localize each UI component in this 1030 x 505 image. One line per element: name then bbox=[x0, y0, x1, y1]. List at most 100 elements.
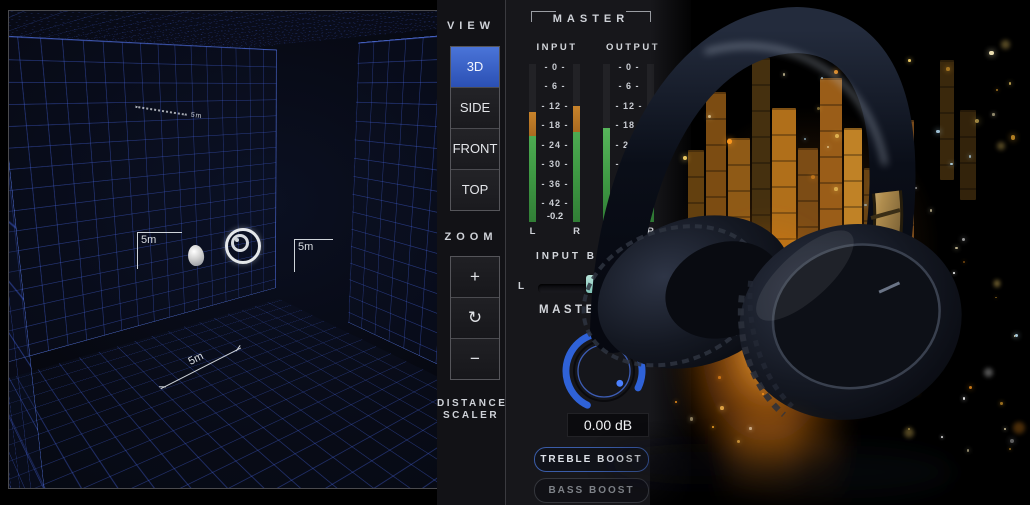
sound-source-center bbox=[235, 238, 239, 242]
floor-shadow-gradient bbox=[650, 420, 1030, 505]
reset-view-button[interactable]: ↻ bbox=[451, 298, 499, 339]
meter-tick-label: - 42 - bbox=[541, 197, 569, 208]
sound-source-object[interactable] bbox=[225, 228, 261, 264]
meter-tick-label: - 30 - bbox=[615, 159, 643, 170]
view-mode-button-side[interactable]: SIDE bbox=[451, 88, 499, 129]
spark-dot bbox=[871, 181, 876, 186]
master-gain-knob[interactable] bbox=[556, 326, 652, 418]
eq-bar bbox=[772, 108, 796, 303]
eq-bar bbox=[798, 148, 818, 323]
output-meter-bar-left bbox=[603, 64, 610, 222]
view-panel-title: VIEW bbox=[446, 20, 496, 32]
input-meter-scale: - 0 - - 6 - - 12 - - 18 - - 24 - - 30 - - 36 -… bbox=[539, 62, 571, 208]
meter-fill bbox=[603, 128, 610, 222]
spark-dot bbox=[761, 393, 764, 395]
output-meter-scale: - 0 - - 6 - - 12 - - 18 - - 24 - - 30 - - 36 -… bbox=[613, 62, 645, 208]
spark-dot bbox=[993, 280, 1000, 287]
zoom-out-button[interactable]: − bbox=[451, 339, 499, 379]
meter-tick-label: - 42 - bbox=[615, 197, 643, 208]
spark-dot bbox=[727, 139, 732, 144]
spark-dot bbox=[674, 400, 677, 403]
spark-dot bbox=[915, 391, 918, 395]
spark-dot bbox=[927, 328, 932, 333]
spark-dot bbox=[929, 209, 932, 212]
master-gain-value[interactable]: 0.00 dB bbox=[567, 413, 649, 437]
spark-dot bbox=[745, 346, 748, 349]
input-meter-bar-left bbox=[529, 64, 536, 222]
input-balance-slider-track[interactable] bbox=[538, 284, 620, 293]
room-dimension-text: 5m bbox=[141, 234, 157, 246]
meter-tick-label: - 0 - bbox=[544, 62, 566, 72]
spark-dot bbox=[720, 405, 724, 410]
spark-dot bbox=[728, 332, 731, 336]
eq-bar bbox=[728, 138, 750, 263]
bass-boost-button[interactable]: BASS BOOST bbox=[534, 478, 649, 503]
meter-tick-label: - 24 - bbox=[541, 139, 569, 150]
input-channel-left-label: L bbox=[529, 226, 536, 237]
spark-dot bbox=[962, 397, 965, 400]
spark-dot bbox=[955, 246, 958, 250]
meter-tick-label: - 36 - bbox=[541, 178, 569, 189]
spark-dot bbox=[683, 156, 687, 160]
treble-boost-button[interactable]: TREBLE BOOST bbox=[534, 447, 649, 472]
zoom-panel-title: ZOOM bbox=[444, 231, 498, 243]
eq-bar bbox=[844, 128, 862, 283]
meter-peak-segment bbox=[573, 105, 580, 132]
spark-dot bbox=[736, 321, 739, 325]
master-panel-title: MASTER bbox=[531, 11, 651, 26]
spark-dot bbox=[1000, 402, 1003, 405]
input-balance-slider-handle[interactable] bbox=[586, 275, 597, 293]
spark-dot bbox=[730, 41, 734, 45]
meter-peak-segment bbox=[529, 112, 536, 137]
meter-tick-label: - 6 - bbox=[618, 81, 640, 92]
spark-dot bbox=[896, 376, 900, 380]
meter-tick-label: - 6 - bbox=[544, 81, 566, 92]
view-mode-button-front[interactable]: FRONT bbox=[451, 129, 499, 170]
view-mode-button-top[interactable]: TOP bbox=[451, 170, 499, 210]
spark-dot bbox=[807, 261, 811, 265]
knob-indicator-dot bbox=[616, 379, 624, 387]
spark-dot bbox=[670, 251, 684, 265]
spark-dot bbox=[935, 129, 940, 134]
spark-dot bbox=[877, 402, 882, 407]
eq-bar bbox=[768, 303, 778, 363]
spark-dot bbox=[1014, 333, 1019, 338]
view-controls-column: VIEW 3D SIDE FRONT TOP ZOOM + ↻ − DISTANCE … bbox=[437, 0, 936, 505]
spark-dot bbox=[940, 271, 944, 275]
spark-dot bbox=[952, 272, 955, 274]
sound-source-ring bbox=[231, 234, 249, 252]
eq-bar bbox=[896, 120, 914, 280]
spark-dot bbox=[950, 162, 953, 166]
spark-dot bbox=[946, 67, 950, 71]
spark-dot bbox=[676, 84, 680, 89]
input-meter: - 0 - - 6 - - 12 - - 18 - - 24 - - 30 - - 36 -… bbox=[529, 58, 581, 243]
headphone-artwork-background bbox=[650, 0, 1030, 505]
spark-dot bbox=[718, 376, 721, 379]
balance-left-channel-label: L bbox=[518, 281, 525, 292]
room-3d-viewport[interactable]: 5m 5m 5m 5m bbox=[8, 10, 438, 489]
eq-bar bbox=[688, 150, 704, 300]
spark-dot bbox=[816, 106, 820, 110]
spark-dot bbox=[894, 126, 899, 131]
spark-dot bbox=[856, 382, 859, 386]
spark-dot bbox=[1008, 82, 1012, 86]
meter-tick-label: - 18 - bbox=[615, 120, 643, 131]
spark-dot bbox=[782, 73, 786, 76]
master-knob-label: MASTER bbox=[539, 304, 609, 316]
distance-scaler-title-line1: DISTANCE bbox=[437, 398, 508, 409]
meter-tick-label: - 36 - bbox=[615, 178, 643, 189]
spark-dot bbox=[833, 69, 838, 74]
meter-tick-label: - 24 - bbox=[615, 139, 643, 150]
eq-bar bbox=[820, 78, 842, 303]
room-dimension-text: 5m bbox=[298, 241, 314, 253]
meter-tick-label: - 30 - bbox=[541, 159, 569, 170]
spark-dot bbox=[715, 227, 719, 230]
spark-dot bbox=[989, 51, 994, 56]
zoom-in-button[interactable]: + bbox=[451, 257, 499, 298]
meter-tick-label: - 12 - bbox=[615, 100, 643, 111]
input-peak-readout: -0.2 bbox=[546, 211, 564, 222]
spark-dot bbox=[728, 351, 731, 354]
view-mode-button-3d[interactable]: 3D bbox=[451, 47, 499, 88]
input-balance-label: INPUT B bbox=[536, 251, 597, 262]
input-meter-label: INPUT bbox=[536, 42, 578, 53]
